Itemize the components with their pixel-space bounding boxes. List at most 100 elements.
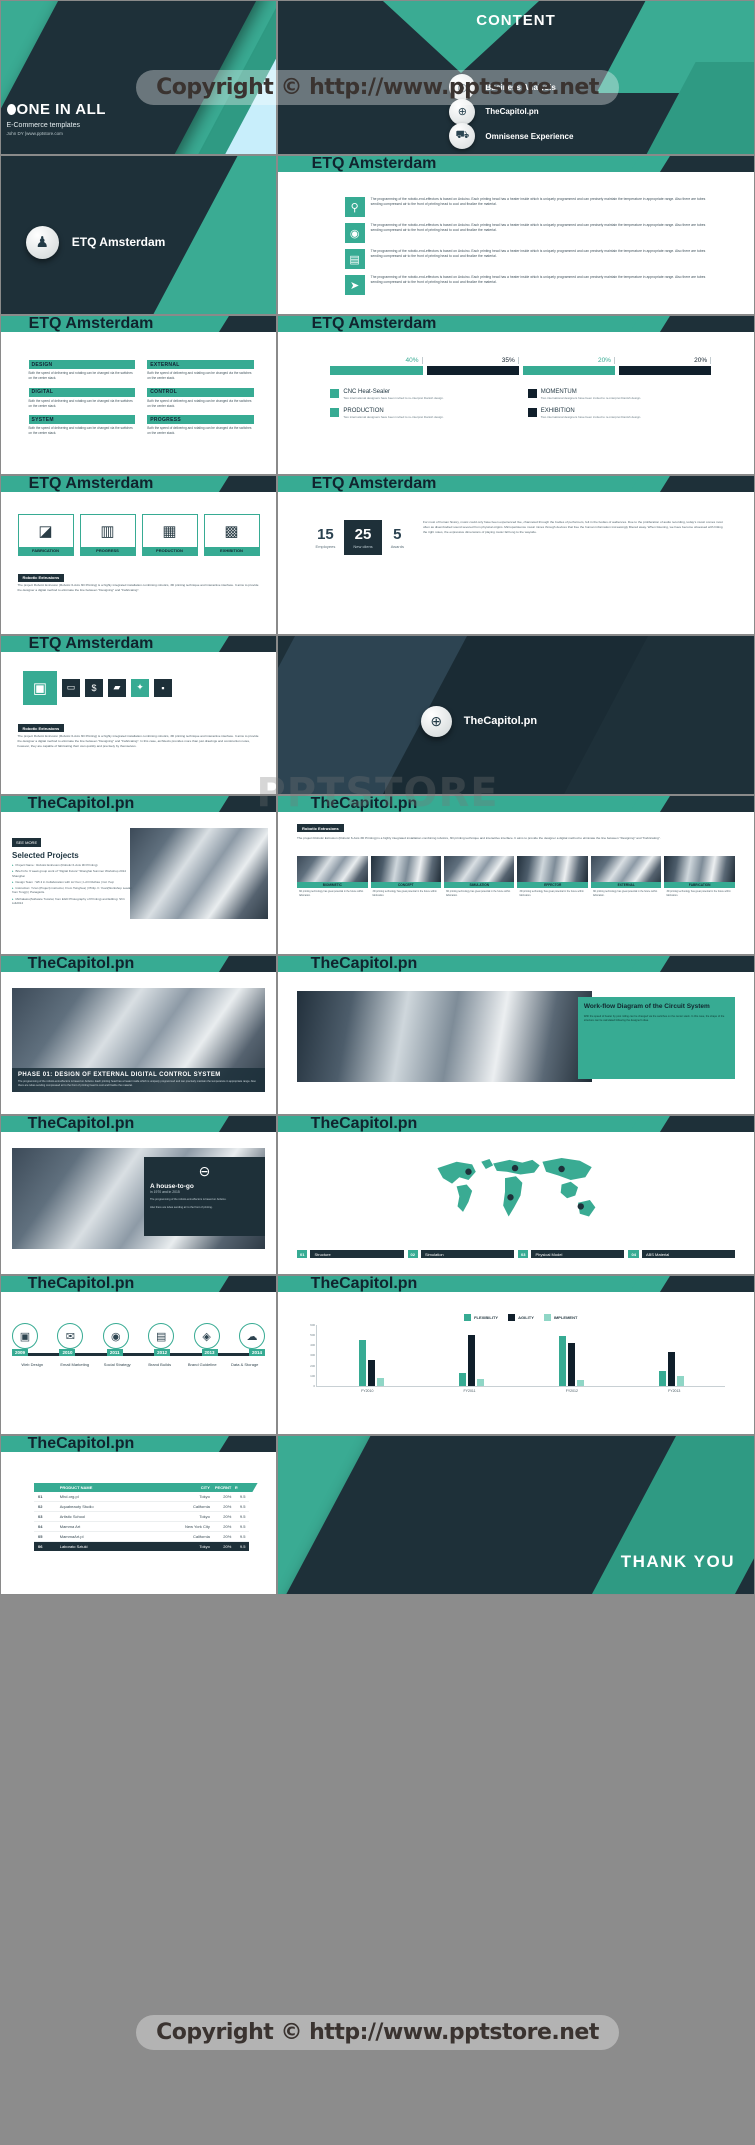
timeline-label: Email Marketing	[60, 1362, 90, 1368]
tag-body: The project Robotic Extrusion (Robotic 6…	[17, 733, 259, 748]
table-row[interactable]: 02 Aquabeauty Studio California 20% 9.5	[34, 1502, 249, 1513]
timeline-icon[interactable]: ☁	[238, 1323, 265, 1350]
map-footer-item[interactable]: 03 Physical Model	[518, 1250, 625, 1259]
see-more-badge[interactable]: SEE MORE	[12, 837, 42, 847]
legend-entry: PRODUCTION Two international designers ha…	[330, 408, 513, 419]
timeline-icon[interactable]: ✉	[57, 1323, 84, 1350]
user-icon: ♟	[292, 476, 306, 515]
card-photo	[517, 856, 588, 883]
header-title: ETQ Amsterdam	[311, 315, 437, 332]
timeline-icon[interactable]: ◈	[193, 1323, 220, 1350]
slide-header: ⊕ TheCapitol.pn	[1, 1436, 216, 1452]
slide-phase-banner[interactable]: ⊕ TheCapitol.pn PHASE 01: DESIGN OF EXTE…	[0, 955, 277, 1115]
slide-map[interactable]: ⊕ TheCapitol.pn	[277, 1115, 755, 1275]
slide-thank-you[interactable]: THANK YOU	[277, 1435, 755, 1595]
bar-group	[658, 1325, 684, 1386]
legend-entry: IMPLEMENT	[543, 1313, 577, 1321]
map-footer-item[interactable]: 04 ABS Material	[628, 1250, 735, 1259]
bar-value: 40%	[330, 357, 423, 365]
slide-six-boxes[interactable]: ♟ ETQ Amsterdam DESIGNBoth the speed of …	[0, 315, 277, 475]
table-row[interactable]: 05 MammaArt.pl California 20% 9.5	[34, 1532, 249, 1543]
image-card[interactable]: BIOMIMETIC 3D printing technology has gre…	[297, 856, 368, 918]
icon-card[interactable]: ◪ FABRICATION	[17, 513, 74, 556]
image-card[interactable]: FABRICATION 3D printing technology has gr…	[664, 856, 735, 918]
map-footer-label: Simulation	[420, 1250, 514, 1259]
content-item[interactable]: ⊕ TheCapitol.pn	[449, 98, 539, 125]
title-subtitle: E-Commerce templates	[6, 121, 81, 129]
box-body: Both the speed of delivering and rotatin…	[28, 371, 133, 381]
grid-icon: ▦	[162, 522, 177, 540]
house-bullet: Also there are tubes sending air to the …	[150, 1206, 213, 1210]
target-icon: ◎	[449, 74, 476, 101]
box-body: Both the speed of delivering and rotatin…	[28, 398, 133, 408]
slide-timeline[interactable]: ⊕ TheCapitol.pn ▣ ✉ ◉ ▤ ◈ ☁ 2009 2010 20…	[0, 1275, 277, 1435]
bars-icon: ▥	[100, 522, 115, 540]
globe-icon: ⊕	[292, 1116, 305, 1155]
timeline-icon[interactable]: ▣	[12, 1323, 38, 1350]
slide-content[interactable]: CONTENT ◎ Business Analysis ⊕ TheCapitol…	[277, 0, 755, 155]
folder-icon[interactable]: ▰	[108, 678, 126, 697]
icon-card-label: EXHIBITION	[204, 546, 259, 555]
slide-table[interactable]: ⊕ TheCapitol.pn PRODUCT NAME CITY PECRNT…	[0, 1435, 277, 1595]
box-item[interactable]: PROGRESS Both the speed of delivering and…	[147, 415, 254, 436]
content-item[interactable]: ◎ Business Analysis	[449, 74, 556, 101]
legend-entry: EXHIBITION Two international designers ha…	[527, 408, 711, 419]
header-title: ETQ Amsterdam	[28, 315, 154, 332]
icon-card[interactable]: ▥ PROGRESS	[79, 513, 136, 556]
slide-house-to-go[interactable]: ⊕ TheCapitol.pn ⊖ A house-to-go in 1970 …	[0, 1115, 277, 1275]
slide-icon-cards[interactable]: ♟ ETQ Amsterdam ◪ FABRICATION ▥ PROGRESS ▦…	[0, 475, 277, 635]
slide-capitol-hero[interactable]: ⊕ TheCapitol.pn	[277, 635, 755, 795]
map-footer-item[interactable]: 02 Simulation	[407, 1250, 514, 1259]
bar	[467, 1335, 475, 1386]
icon-card[interactable]: ▩ EXHIBITION	[203, 513, 260, 556]
image-card[interactable]: CONCEPT 3D printing technology has great …	[370, 856, 441, 918]
table-row[interactable]: 06 Laborato Sztuki Tokyo 20% 9.5	[34, 1542, 249, 1552]
table-row[interactable]: 03 Artistic School Tokyo 20% 9.5	[34, 1512, 249, 1523]
slide-header: ♟ ETQ Amsterdam	[1, 316, 216, 332]
tag-badge: Robotic Extrusions	[17, 724, 65, 733]
slide-paragraph-list[interactable]: ♟ ETQ Amsterdam ⚲ The programming of the…	[277, 155, 755, 315]
table-row[interactable]: 04 Mamma Art New York City 20% 9.5	[34, 1522, 249, 1533]
timeline-icon[interactable]: ▤	[148, 1323, 175, 1350]
chart-legend: CNC Heat-Sealer Two international designe…	[330, 388, 711, 420]
frame-icon[interactable]: ▣	[23, 670, 57, 705]
slide-percent-chart[interactable]: ♟ ETQ Amsterdam 40% 35% 20% 20% CNC Heat…	[277, 315, 755, 475]
slide-stats[interactable]: ♟ ETQ Amsterdam 15Employees 25New cliens…	[277, 475, 755, 635]
slide-six-image-cards[interactable]: ⊕ TheCapitol.pn Robotic Extrusions The p…	[277, 795, 755, 955]
slide-title[interactable]: ONE IN ALL E-Commerce templates John DY …	[0, 0, 277, 155]
house-panel: ⊖ A house-to-go in 1970 and in 2015 The …	[144, 1157, 265, 1237]
box-item[interactable]: DESIGN Both the speed of delivering and r…	[28, 360, 136, 381]
cell-index: 06	[38, 1544, 43, 1550]
star-icon[interactable]: ✦	[131, 678, 149, 697]
bar	[358, 1340, 366, 1386]
box-item[interactable]: SYSTEM Both the speed of delivering and r…	[28, 415, 136, 436]
image-card[interactable]: EXTERNAL 3D printing technology has great…	[590, 856, 662, 918]
slide-header: ⊕ TheCapitol.pn	[278, 1276, 650, 1292]
slide-bar-chart[interactable]: ⊕ TheCapitol.pn FLEXIBILITY AGILITY IMPL…	[277, 1275, 755, 1435]
dollar-icon[interactable]: $	[85, 678, 103, 697]
box-caption: DESIGN	[28, 360, 136, 370]
slide-squares-row[interactable]: ♟ ETQ Amsterdam ▣ ▭ $ ▰ ✦ ▪ Robotic Extr…	[0, 635, 277, 795]
slide-selected-projects[interactable]: ⊕ TheCapitol.pn SEE MORE Selected Projec…	[0, 795, 277, 955]
globe-icon: ⊕	[292, 796, 305, 835]
monitor-icon[interactable]: ▭	[62, 678, 80, 697]
cell-name: Mhd.org.pl	[59, 1494, 79, 1500]
table-row[interactable]: 01 Mhd.org.pl Tokyo 20% 9.5	[34, 1492, 249, 1503]
box-item[interactable]: EXTERNAL Both the speed of delivering and…	[147, 360, 254, 381]
slide-person[interactable]: ♟ ETQ Amsterdam	[0, 155, 277, 315]
block-icon[interactable]: ▪	[154, 678, 172, 697]
image-card[interactable]: EFFECTOR 3D printing technology has great…	[517, 856, 588, 918]
map-footer-item[interactable]: 01 Structure	[297, 1250, 404, 1259]
box-item[interactable]: CONTROL Both the speed of delivering and …	[147, 387, 254, 409]
box-item[interactable]: DIGITAL Both the speed of delivering and …	[28, 387, 136, 409]
slide-workflow[interactable]: ⊕ TheCapitol.pn Work-flow Diagram of the…	[277, 955, 755, 1115]
icon-card[interactable]: ▦ PRODUCTION	[141, 513, 198, 556]
timeline-icon[interactable]: ◉	[102, 1323, 129, 1350]
user-icon: ♟	[292, 156, 306, 195]
content-item[interactable]: ⛟ Omnisense Experience	[449, 123, 573, 150]
legend-swatch	[330, 408, 340, 418]
stat-number: 15	[317, 526, 334, 544]
legend-body: Two international designers have been in…	[343, 415, 444, 420]
cell-percent: 20%	[223, 1544, 232, 1550]
image-card[interactable]: SIMULATION 3D printing technology has gre…	[444, 856, 515, 918]
